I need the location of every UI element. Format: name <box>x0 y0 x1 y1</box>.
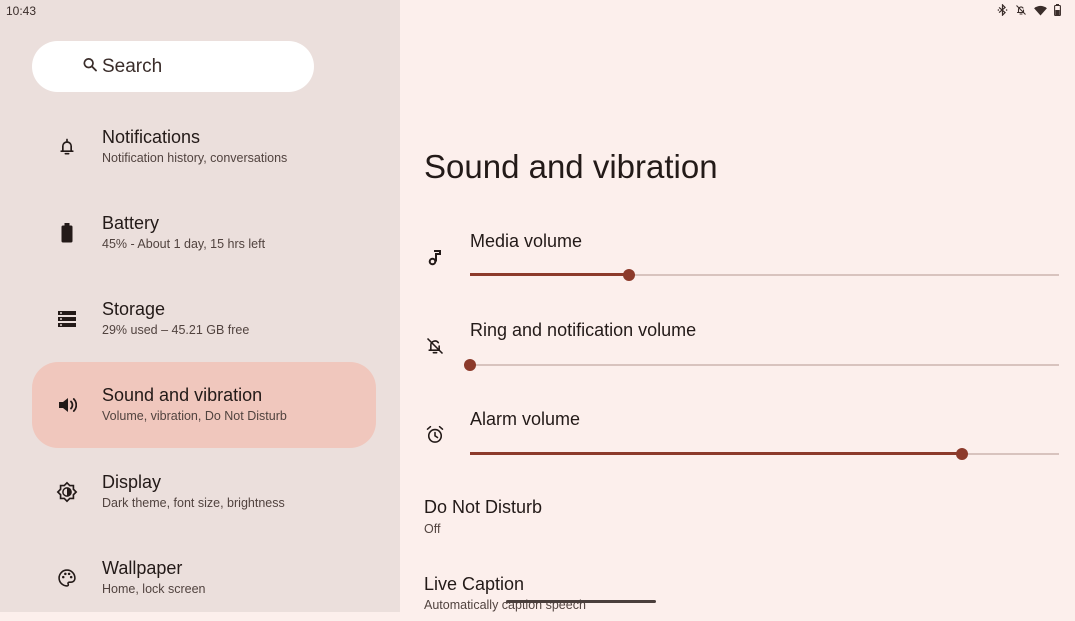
search-icon <box>82 56 98 77</box>
slider-fill <box>470 273 630 276</box>
slider-track <box>470 364 1059 366</box>
ring-volume-label: Ring and notification volume <box>470 320 697 340</box>
speaker-icon <box>56 394 78 416</box>
sidebar-item-title: Battery <box>102 213 160 233</box>
ring-volume-row: Ring and notification volume <box>400 317 1075 397</box>
sidebar-item-subtitle: Notification history, conversations <box>102 151 288 165</box>
display-icon <box>56 481 78 503</box>
battery-icon <box>56 222 78 244</box>
search-label: Search <box>102 55 163 77</box>
battery-icon <box>1054 4 1061 16</box>
alarm-volume-label: Alarm volume <box>470 409 581 429</box>
storage-icon <box>56 308 78 330</box>
ring-volume-slider[interactable] <box>464 358 1059 372</box>
slider-thumb[interactable] <box>955 448 968 460</box>
sidebar-item-wallpaper[interactable]: Wallpaper Home, lock screen <box>32 535 376 621</box>
music-note-icon <box>424 246 446 268</box>
navigation-gesture-bar[interactable] <box>506 600 656 603</box>
bluetooth-icon <box>997 4 1008 16</box>
sidebar-item-subtitle: Volume, vibration, Do Not Disturb <box>102 409 287 423</box>
sidebar-item-notifications[interactable]: Notifications Notification history, conv… <box>32 104 376 190</box>
alarm-volume-row: Alarm volume <box>400 406 1075 486</box>
do-not-disturb-status: Off <box>424 522 441 536</box>
status-time: 10:43 <box>6 4 37 18</box>
media-volume-label: Media volume <box>470 231 583 251</box>
do-not-disturb-title: Do Not Disturb <box>424 497 543 517</box>
sidebar-item-title: Storage <box>102 299 166 319</box>
media-volume-row: Media volume <box>400 228 1075 308</box>
settings-sidebar: 10:43 Search Notifications Notification … <box>0 0 400 612</box>
sidebar-item-title: Wallpaper <box>102 558 183 578</box>
status-icons <box>997 4 1061 16</box>
search-bar[interactable]: Search <box>32 41 314 92</box>
sidebar-item-title: Display <box>102 472 162 492</box>
alarm-volume-slider[interactable] <box>470 447 1059 461</box>
palette-icon <box>56 567 78 589</box>
sidebar-item-storage[interactable]: Storage 29% used – 45.21 GB free <box>32 276 376 362</box>
sidebar-item-subtitle: Dark theme, font size, brightness <box>102 496 285 510</box>
sidebar-item-subtitle: 45% - About 1 day, 15 hrs left <box>102 237 266 251</box>
page-title: Sound and vibration <box>424 148 718 185</box>
sound-settings-panel: Sound and vibration Media volume Ring an… <box>400 0 1075 612</box>
media-volume-slider[interactable] <box>470 268 1059 282</box>
sidebar-item-subtitle: Home, lock screen <box>102 582 206 596</box>
notifications-off-icon <box>424 335 446 357</box>
sidebar-item-title: Notifications <box>102 127 201 147</box>
sidebar-item-display[interactable]: Display Dark theme, font size, brightnes… <box>32 449 376 535</box>
slider-thumb[interactable] <box>464 359 476 371</box>
slider-thumb[interactable] <box>623 269 636 281</box>
wifi-icon <box>1034 5 1047 16</box>
sidebar-item-subtitle: 29% used – 45.21 GB free <box>102 323 250 337</box>
bell-icon <box>56 136 78 158</box>
slider-fill <box>470 452 962 455</box>
sidebar-item-battery[interactable]: Battery 45% - About 1 day, 15 hrs left <box>32 190 376 276</box>
sidebar-item-sound-and-vibration[interactable]: Sound and vibration Volume, vibration, D… <box>32 362 376 448</box>
sidebar-item-title: Sound and vibration <box>102 385 263 405</box>
alarm-icon <box>424 424 446 446</box>
live-caption-title: Live Caption <box>424 574 525 594</box>
notifications-off-icon <box>1015 4 1027 16</box>
